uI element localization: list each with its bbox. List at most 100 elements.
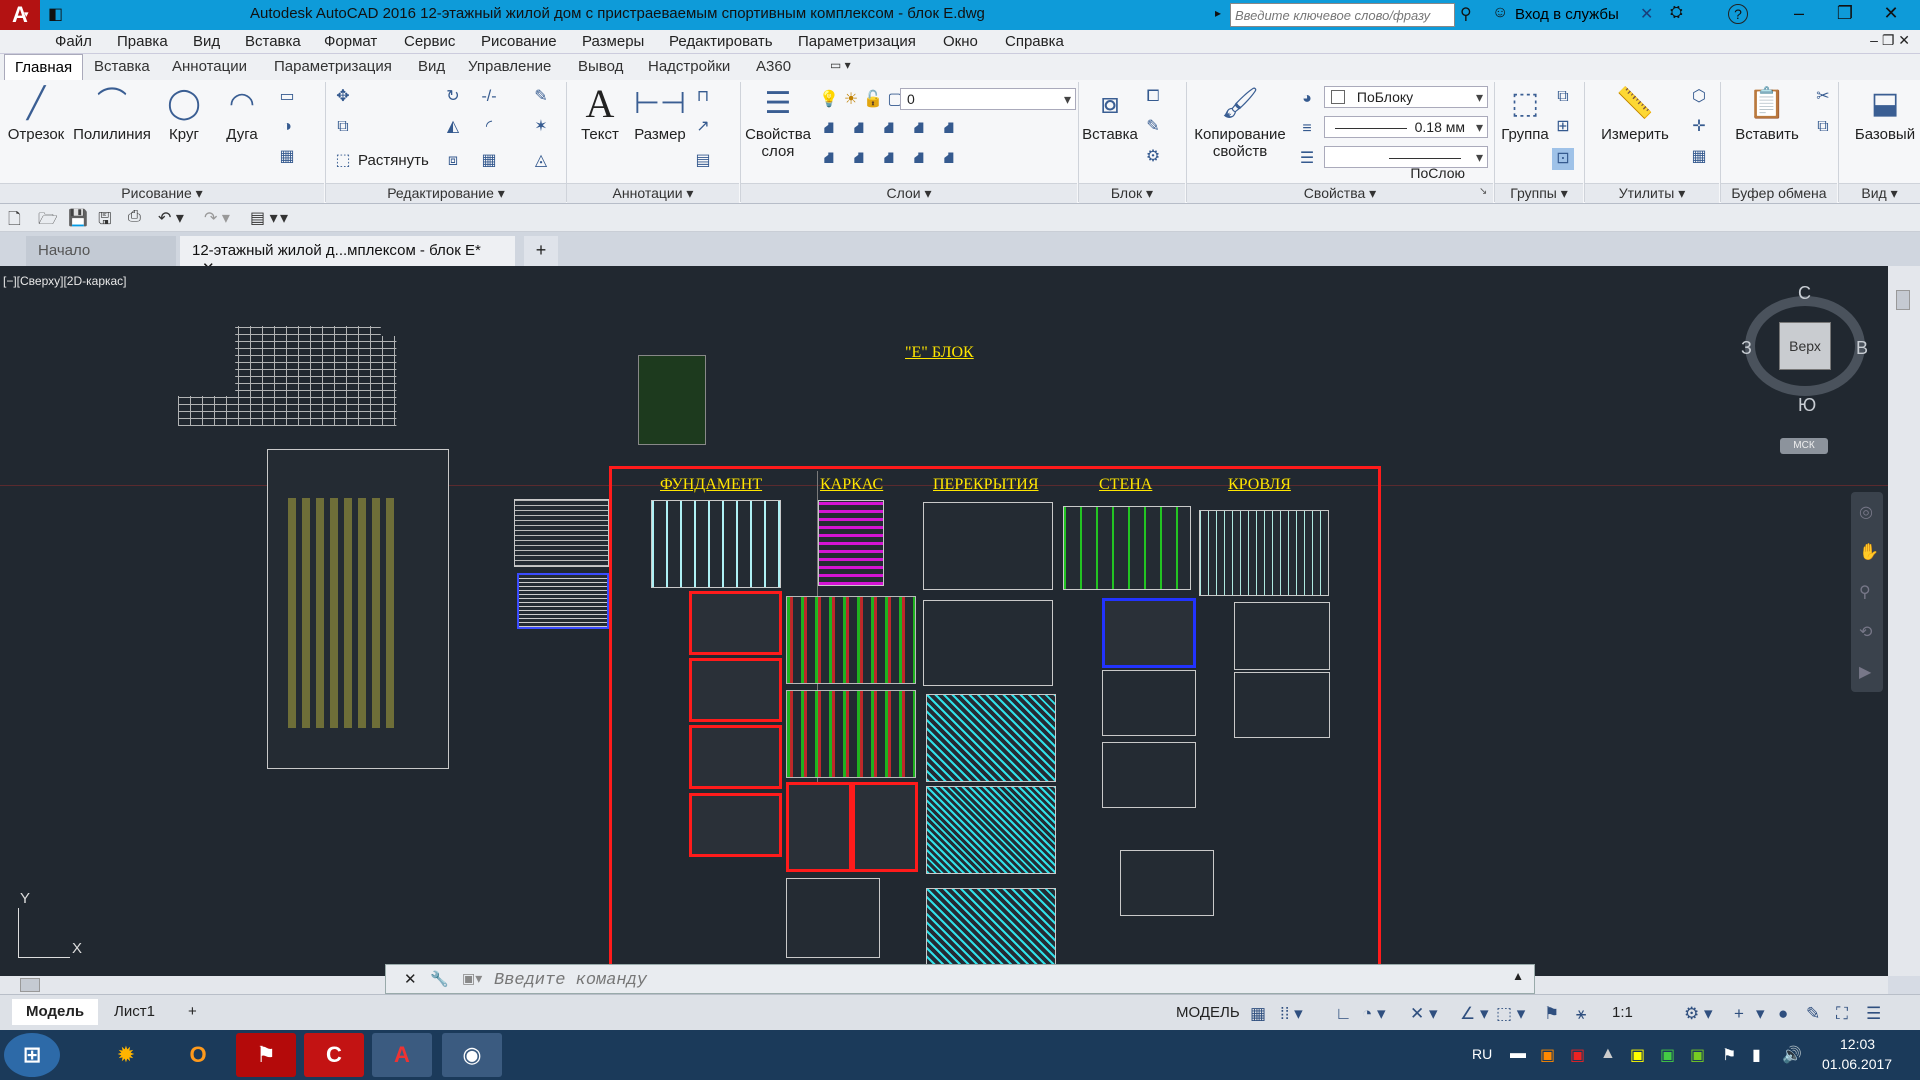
- viewcube-west[interactable]: З: [1741, 338, 1752, 359]
- group-button[interactable]: ⬚ Группа: [1498, 84, 1552, 143]
- tab-current-drawing[interactable]: 12-этажный жилой д...мплексом - блок E* …: [180, 236, 515, 277]
- menu-dimension[interactable]: Размеры: [582, 33, 644, 50]
- measure-button[interactable]: 📏 Измерить: [1590, 84, 1680, 143]
- arc-button[interactable]: ◠ Дуга: [214, 84, 270, 143]
- layer-tool-icon[interactable]: ⛘: [878, 118, 900, 140]
- tray-icon[interactable]: ▣: [1630, 1045, 1645, 1065]
- site-plan-sheet[interactable]: [267, 449, 449, 769]
- insert-block-button[interactable]: ⧇ Вставка: [1080, 84, 1140, 143]
- menu-format[interactable]: Формат: [324, 33, 377, 50]
- gradient-icon[interactable]: ▦: [276, 146, 298, 168]
- workspace-gear-icon[interactable]: ⚙ ▾: [1684, 1004, 1713, 1024]
- menu-edit[interactable]: Правка: [117, 33, 168, 50]
- hatch-icon[interactable]: ◑: [276, 116, 298, 138]
- linetype-icon[interactable]: ☰: [1296, 148, 1318, 170]
- start-button[interactable]: ⊞: [4, 1033, 60, 1077]
- linetype-dropdown[interactable]: ПоСлою: [1324, 146, 1488, 181]
- tab-insert[interactable]: Вставка: [94, 58, 150, 75]
- tab-output[interactable]: Вывод: [578, 58, 623, 75]
- steering-wheel-icon[interactable]: ◎: [1859, 502, 1873, 522]
- annotation-visibility-icon[interactable]: ⚑: [1544, 1004, 1559, 1024]
- command-close-icon[interactable]: ✕: [404, 970, 417, 988]
- paste-button[interactable]: 📋 Вставить: [1726, 84, 1808, 143]
- menu-tools[interactable]: Сервис: [404, 33, 455, 50]
- table-icon[interactable]: ▤: [692, 150, 714, 172]
- tray-icon[interactable]: ▣: [1660, 1045, 1675, 1065]
- frame-detail-sheet[interactable]: [786, 782, 852, 872]
- menu-modify[interactable]: Редактировать: [669, 33, 773, 50]
- tab-addins[interactable]: Надстройки: [648, 58, 730, 75]
- help-button[interactable]: ?: [1728, 4, 1748, 24]
- tab-model[interactable]: Модель: [12, 999, 99, 1025]
- slab-reinforcement-sheet[interactable]: [926, 786, 1056, 874]
- text-button[interactable]: A Текст: [572, 84, 628, 144]
- panel-title-block[interactable]: Блок ▾: [1079, 183, 1185, 203]
- zoom-icon[interactable]: ⚲: [1859, 582, 1871, 602]
- base-view-button[interactable]: ⬓ Базовый: [1850, 84, 1920, 143]
- tab-annotate[interactable]: Аннотации: [172, 58, 247, 75]
- annotation-scale[interactable]: 1:1: [1612, 1004, 1633, 1021]
- panel-title-modify[interactable]: Редактирование ▾: [326, 183, 566, 203]
- maximize-button[interactable]: ❐: [1822, 0, 1868, 26]
- new-tab-button[interactable]: +: [524, 236, 558, 266]
- frame-plan-sheet[interactable]: [818, 500, 884, 586]
- menu-file[interactable]: Файл: [55, 33, 92, 50]
- menu-window[interactable]: Окно: [943, 33, 978, 50]
- panel-title-draw[interactable]: Рисование ▾: [0, 183, 324, 203]
- color-wheel-icon[interactable]: ◕: [1296, 88, 1318, 110]
- foundation-detail-sheet[interactable]: [689, 725, 782, 789]
- command-prompt-icon[interactable]: ▣▾: [462, 970, 482, 987]
- redo-icon[interactable]: ↷ ▾: [204, 208, 230, 228]
- wall-detail-sheet[interactable]: [1102, 598, 1196, 668]
- autodesk-360-icon[interactable]: ⛭: [1670, 4, 1683, 22]
- group-select-icon[interactable]: ⊡: [1552, 148, 1574, 170]
- language-indicator[interactable]: RU: [1472, 1046, 1492, 1062]
- command-line[interactable]: ✕ 🔧 ▣▾ Введите команду ▲: [385, 964, 1535, 994]
- action-center-icon[interactable]: ⚑: [1722, 1045, 1736, 1065]
- tab-manage[interactable]: Управление: [468, 58, 551, 75]
- quick-select-icon[interactable]: ⬡: [1688, 86, 1710, 108]
- save-icon[interactable]: 💾: [68, 208, 88, 228]
- command-settings-icon[interactable]: 🔧: [430, 970, 449, 988]
- taskbar-autocad[interactable]: A: [372, 1033, 432, 1077]
- taskbar-chrome[interactable]: ◉: [442, 1033, 502, 1077]
- point-id-icon[interactable]: ✛: [1688, 116, 1710, 138]
- notes-sheet[interactable]: [514, 499, 609, 567]
- polar-icon[interactable]: ◔ ▾: [1362, 1004, 1386, 1024]
- frame-detail-sheet[interactable]: [852, 782, 918, 872]
- explode-icon[interactable]: ✶: [530, 116, 552, 138]
- print-icon[interactable]: ⎙: [128, 208, 141, 226]
- roof-detail-sheet[interactable]: [1234, 672, 1330, 738]
- taskbar-acrobat[interactable]: ⚑: [236, 1033, 296, 1077]
- tab-start[interactable]: Начало: [26, 236, 176, 266]
- sun-icon[interactable]: ☀: [840, 89, 862, 111]
- roof-plan-sheet[interactable]: [1199, 510, 1329, 596]
- line-button[interactable]: ╱ Отрезок: [4, 84, 68, 143]
- open-file-icon[interactable]: 🗁: [38, 208, 58, 235]
- command-history-icon[interactable]: ▲: [1512, 969, 1524, 983]
- viewport-controls-label[interactable]: [−][Сверху][2D-каркас]: [3, 274, 127, 288]
- tray-icon[interactable]: ▲: [1600, 1045, 1616, 1063]
- erase-icon[interactable]: ✎: [530, 86, 552, 108]
- new-file-icon[interactable]: 🗋: [8, 208, 21, 235]
- menu-draw[interactable]: Рисование: [481, 33, 557, 50]
- command-input[interactable]: Введите команду: [494, 971, 647, 990]
- vertical-scroll-thumb[interactable]: [1896, 290, 1910, 310]
- orbit-icon[interactable]: ⟲: [1859, 622, 1872, 642]
- save-as-icon[interactable]: 🖫: [98, 208, 112, 235]
- lineweight-icon[interactable]: ≡: [1296, 118, 1318, 140]
- close-button[interactable]: ✕: [1868, 0, 1914, 26]
- taskbar-app-1[interactable]: ✹: [96, 1033, 156, 1077]
- copy-clip-icon[interactable]: ⧉: [1812, 116, 1834, 138]
- foundation-detail-sheet[interactable]: [689, 658, 782, 722]
- viewcube-south[interactable]: Ю: [1798, 395, 1816, 416]
- isolate-objects-icon[interactable]: ●: [1778, 1004, 1788, 1024]
- taskbar-outlook[interactable]: O: [168, 1033, 228, 1077]
- layer-tool-icon[interactable]: ⛘: [848, 118, 870, 140]
- tab-home[interactable]: Главная: [4, 54, 84, 80]
- minimize-button[interactable]: –: [1776, 0, 1822, 26]
- app-menu-chevron-icon[interactable]: ▾: [24, 9, 29, 20]
- group-edit-icon[interactable]: ⊞: [1552, 116, 1574, 138]
- menu-insert[interactable]: Вставка: [245, 33, 301, 50]
- roof-detail-sheet[interactable]: [1234, 602, 1330, 670]
